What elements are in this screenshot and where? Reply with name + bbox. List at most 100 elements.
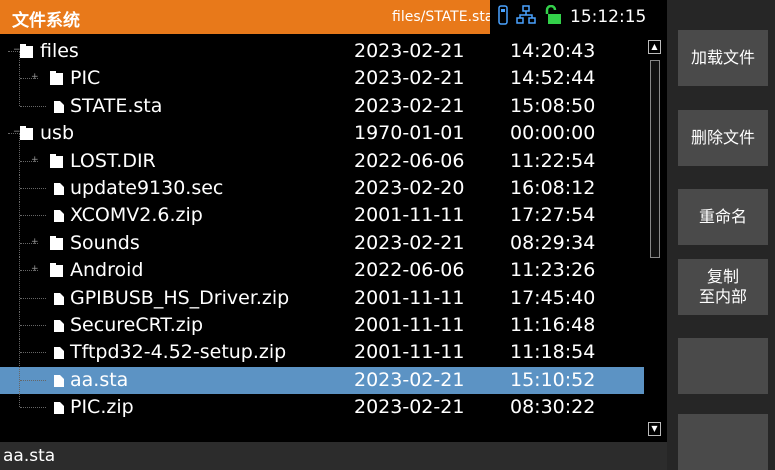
file-browser-panel: 文件系统 files/STATE.sta 15:12:15 − files 20… <box>0 0 667 470</box>
file-date: 2001-11-11 <box>354 313 465 336</box>
clock: 15:12:15 <box>570 7 647 27</box>
load-file-button[interactable]: 加载文件 <box>678 30 768 86</box>
unlock-icon <box>544 4 562 29</box>
empty-softkey-button[interactable] <box>678 414 768 470</box>
file-name: SecureCRT.zip <box>70 313 204 336</box>
button-label: 加载文件 <box>690 48 755 67</box>
collapse-icon[interactable]: − <box>13 46 21 55</box>
file-icon <box>54 374 64 387</box>
file-time: 16:08:12 <box>510 176 596 199</box>
file-date: 2023-02-21 <box>354 67 465 90</box>
scroll-down-icon[interactable]: ▼ <box>648 422 661 436</box>
empty-softkey-button[interactable] <box>678 338 768 394</box>
file-date: 2023-02-20 <box>354 176 465 199</box>
window-title: 文件系统 <box>12 11 80 31</box>
expand-icon[interactable]: + <box>31 73 39 82</box>
file-name: LOST.DIR <box>70 149 156 172</box>
list-item[interactable]: − usb 1970-01-01 00:00:00 <box>0 120 644 148</box>
list-item[interactable]: + PIC 2023-02-21 14:52:44 <box>0 65 644 93</box>
file-icon <box>54 182 64 195</box>
file-icon <box>54 100 64 113</box>
file-icon <box>54 319 64 332</box>
current-path: files/STATE.sta <box>392 9 494 25</box>
file-icon <box>54 402 64 415</box>
expand-icon[interactable]: + <box>31 265 39 274</box>
list-item[interactable]: + LOST.DIR 2022-06-06 11:22:54 <box>0 147 644 175</box>
folder-icon <box>50 71 63 86</box>
file-date: 2023-02-21 <box>354 368 465 391</box>
file-date: 2001-11-11 <box>354 341 465 364</box>
list-item[interactable]: update9130.sec 2023-02-20 16:08:12 <box>0 174 644 202</box>
scroll-thumb[interactable] <box>650 60 660 258</box>
vertical-scrollbar[interactable]: ▲ ▼ <box>645 36 664 440</box>
file-time: 08:30:22 <box>510 396 596 419</box>
list-item[interactable]: + Android 2022-06-06 11:23:26 <box>0 257 644 285</box>
button-label: 重命名 <box>698 207 747 226</box>
copy-to-internal-button[interactable]: 复制 至内部 <box>678 259 768 315</box>
folder-icon <box>50 263 63 278</box>
file-name: PIC.zip <box>70 396 134 419</box>
folder-icon <box>20 126 33 141</box>
selected-file-name: aa.sta <box>3 446 56 466</box>
file-icon <box>54 347 64 360</box>
file-time: 11:23:26 <box>510 259 596 282</box>
file-name: files <box>40 40 79 62</box>
file-time: 08:29:34 <box>510 231 596 254</box>
file-time: 14:52:44 <box>510 67 596 90</box>
file-name: usb <box>40 122 75 145</box>
file-time: 11:22:54 <box>510 149 596 172</box>
file-date: 2023-02-21 <box>354 94 465 117</box>
list-item[interactable]: STATE.sta 2023-02-21 15:08:50 <box>0 92 644 120</box>
list-item-selected[interactable]: aa.sta 2023-02-21 15:10:52 <box>0 366 644 395</box>
file-name: aa.sta <box>70 368 129 391</box>
file-time: 17:27:54 <box>510 204 596 227</box>
file-date: 2001-11-11 <box>354 204 465 227</box>
list-item[interactable]: XCOMV2.6.zip 2001-11-11 17:27:54 <box>0 202 644 230</box>
status-bar: aa.sta <box>0 442 667 470</box>
network-icon <box>516 5 536 29</box>
file-icon <box>54 210 64 223</box>
list-item[interactable]: PIC.zip 2023-02-21 08:30:22 <box>0 394 644 421</box>
folder-icon <box>20 44 33 58</box>
file-icon <box>54 292 64 305</box>
file-name: Tftpd32-4.52-setup.zip <box>70 341 287 364</box>
file-date: 2023-02-21 <box>354 231 465 254</box>
file-name: PIC <box>70 67 101 90</box>
button-label: 复制 至内部 <box>698 267 747 306</box>
file-time: 11:16:48 <box>510 313 596 336</box>
list-item[interactable]: Tftpd32-4.52-setup.zip 2001-11-11 11:18:… <box>0 339 644 367</box>
file-time: 17:45:40 <box>510 286 596 309</box>
file-time: 14:20:43 <box>510 40 596 62</box>
delete-file-button[interactable]: 删除文件 <box>678 110 768 166</box>
folder-icon <box>50 235 63 250</box>
list-item[interactable]: GPIBUSB_HS_Driver.zip 2001-11-11 17:45:4… <box>0 284 644 312</box>
file-list: − files 2023-02-21 14:20:43 + PIC 2023-0… <box>0 38 644 421</box>
file-date: 2023-02-21 <box>354 396 465 419</box>
list-item[interactable]: − files 2023-02-21 14:20:43 <box>0 38 644 65</box>
list-item[interactable]: + Sounds 2023-02-21 08:29:34 <box>0 229 644 257</box>
file-time: 00:00:00 <box>510 122 596 145</box>
file-name: XCOMV2.6.zip <box>70 204 203 227</box>
file-date: 2023-02-21 <box>354 40 465 62</box>
collapse-icon[interactable]: − <box>13 128 21 137</box>
file-name: update9130.sec <box>70 176 224 199</box>
file-date: 2022-06-06 <box>354 149 465 172</box>
scroll-up-icon[interactable]: ▲ <box>648 40 661 54</box>
file-name: Sounds <box>70 231 140 254</box>
status-indicators: 15:12:15 <box>490 0 667 34</box>
expand-icon[interactable]: + <box>31 155 39 164</box>
file-date: 2001-11-11 <box>354 286 465 309</box>
button-label: 删除文件 <box>690 128 755 147</box>
expand-icon[interactable]: + <box>31 237 39 246</box>
file-time: 11:18:54 <box>510 341 596 364</box>
file-name: GPIBUSB_HS_Driver.zip <box>70 286 290 309</box>
file-time: 15:08:50 <box>510 94 596 117</box>
file-name: STATE.sta <box>70 94 163 117</box>
usb-drive-icon <box>498 5 508 29</box>
folder-icon <box>50 153 63 168</box>
file-date: 2022-06-06 <box>354 259 465 282</box>
file-time: 15:10:52 <box>510 368 596 391</box>
title-bar: 文件系统 files/STATE.sta 15:12:15 <box>0 0 667 34</box>
rename-button[interactable]: 重命名 <box>678 189 768 245</box>
list-item[interactable]: SecureCRT.zip 2001-11-11 11:16:48 <box>0 311 644 339</box>
